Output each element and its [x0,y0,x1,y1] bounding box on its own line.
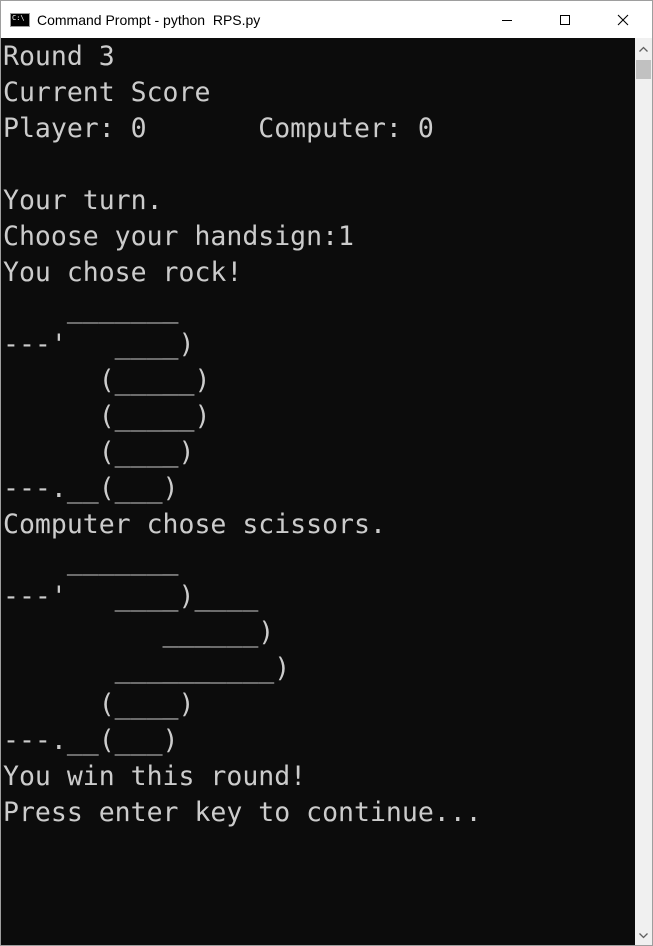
console-line: Press enter key to continue... [3,797,482,828]
window-title: Command Prompt - python RPS.py [37,11,261,28]
close-button[interactable] [594,1,652,38]
console-line: (_____) [3,401,211,432]
console-line: Computer chose scissors. [3,509,386,540]
cmd-icon [10,12,30,27]
console-line: (____) [3,689,195,720]
chevron-down-icon [639,932,648,938]
maximize-button[interactable] [536,1,594,38]
console-line: You chose rock! [3,257,243,288]
console-line: _______ [3,545,179,576]
scroll-thumb[interactable] [636,60,651,79]
console-line: Your turn. [3,185,163,216]
console-line: __________) [3,653,291,684]
console-line: (____) [3,437,195,468]
console-line: You win this round! [3,761,307,792]
console-line: Round 3 [3,41,115,72]
console-line: (_____) [3,365,211,396]
console-line: ---.__(___) [3,473,179,504]
console-line: ______) [3,617,275,648]
console-line: Choose your handsign:1 [3,221,354,252]
maximize-icon [560,14,570,25]
close-icon [617,14,629,25]
chevron-up-icon [639,46,648,52]
scroll-up-button[interactable] [635,40,652,57]
console-line: Player: 0 Computer: 0 [3,113,434,144]
minimize-icon [502,19,512,21]
console-output[interactable]: Round 3 Current Score Player: 0 Computer… [1,38,635,945]
vertical-scrollbar[interactable] [635,38,652,945]
scroll-down-button[interactable] [635,927,652,944]
console-line: ---' ____)____ [3,581,259,612]
console-line: _______ [3,293,179,324]
minimize-button[interactable] [478,1,536,38]
console-line: ---.__(___) [3,725,179,756]
console-line: ---' ____) [3,329,195,360]
title-bar[interactable]: Command Prompt - python RPS.py [1,1,652,38]
console-line: Current Score [3,77,211,108]
command-prompt-window: Command Prompt - python RPS.py Round 3 C… [0,0,653,946]
